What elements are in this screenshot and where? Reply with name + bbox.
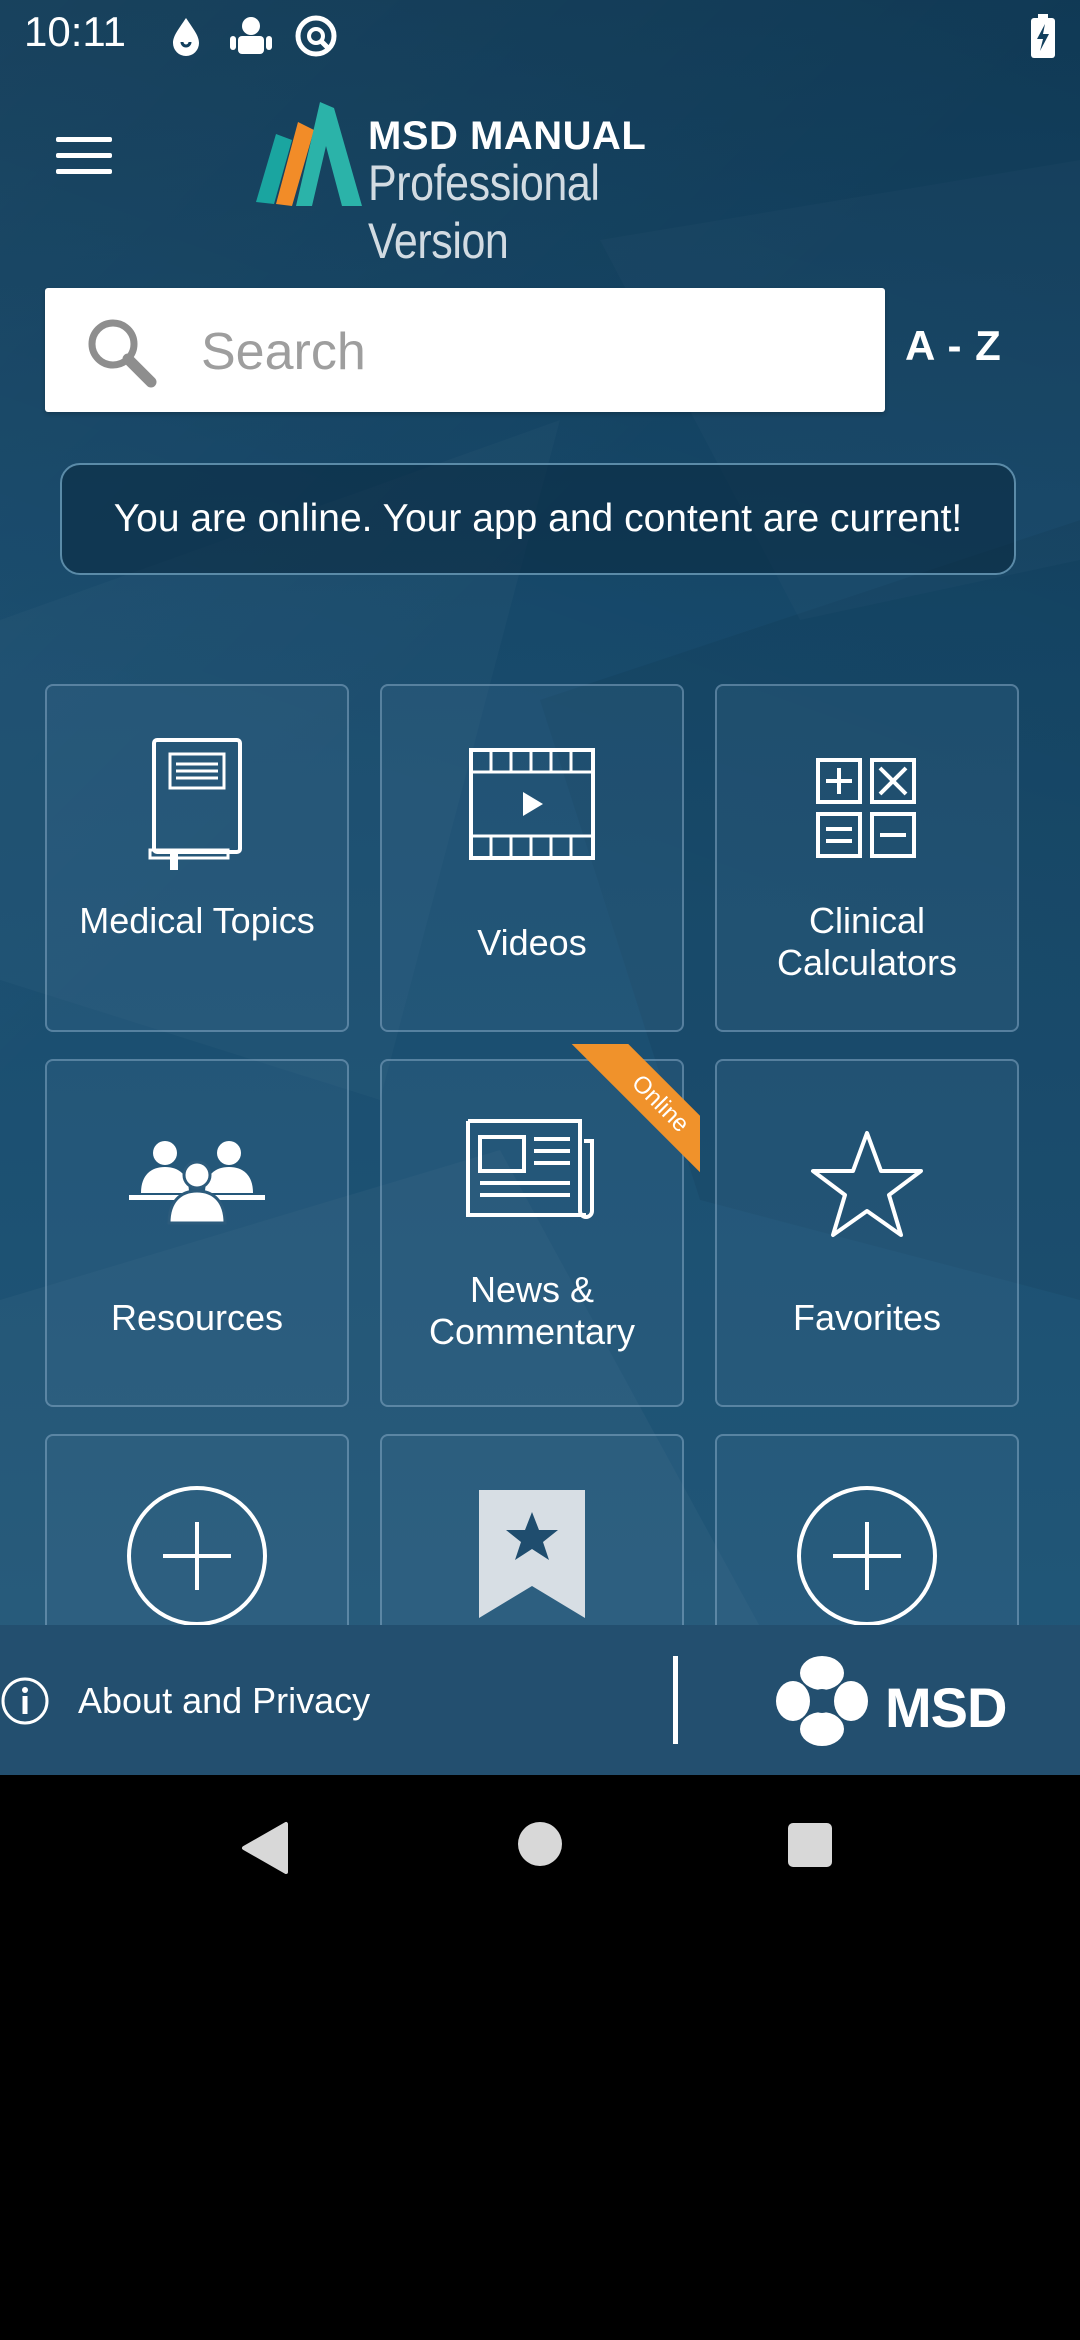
about-privacy-link[interactable]: About and Privacy: [0, 1673, 370, 1729]
drop-notification-icon: [173, 18, 199, 56]
a-z-button[interactable]: A - Z: [905, 322, 1002, 370]
tile-label: Videos: [477, 922, 587, 963]
recents-icon[interactable]: [786, 1821, 834, 1869]
tile-medical-topics[interactable]: Medical Topics: [45, 684, 349, 1032]
menu-button[interactable]: [40, 118, 130, 194]
star-icon: [811, 1131, 923, 1237]
battery-icon: [1031, 14, 1055, 58]
online-badge: Online: [568, 1044, 700, 1196]
tile-label: News & Commentary: [428, 1269, 636, 1352]
back-icon[interactable]: [240, 1820, 290, 1876]
tile-label: Favorites: [792, 1297, 942, 1338]
people-icon: [129, 1141, 265, 1225]
status-time: 10:11: [24, 8, 126, 55]
tile-videos[interactable]: Videos: [380, 684, 684, 1032]
tile-favorites[interactable]: Favorites: [715, 1059, 1019, 1407]
tile-label: Clinical Calculators: [776, 900, 958, 983]
bookmark-star-icon: [479, 1490, 585, 1618]
msd-logo-mark-icon: [776, 1656, 868, 1746]
online-status-banner: You are online. Your app and content are…: [60, 463, 1016, 575]
status-bar: 10:11: [0, 0, 1080, 72]
footer-divider: [673, 1656, 678, 1744]
about-privacy-label: About and Privacy: [78, 1680, 371, 1721]
msd-logo: MSD: [775, 1655, 1015, 1747]
tile-resources[interactable]: Resources: [45, 1059, 349, 1407]
footer-bar: About and Privacy MSD: [0, 1625, 1080, 1775]
navigation-bar: [0, 1775, 1080, 1925]
plus-circle-icon: [127, 1486, 267, 1626]
book-icon: [148, 738, 242, 870]
logo-mark-icon: [256, 102, 362, 206]
android-notification-icon: [230, 17, 272, 54]
tile-label: Resources: [110, 1297, 284, 1338]
tile-clinical-calculators[interactable]: Clinical Calculators: [715, 684, 1019, 1032]
search-input[interactable]: Search: [45, 288, 885, 412]
msd-brand-text: MSD: [885, 1676, 1007, 1739]
sync-notification-icon: [295, 15, 337, 57]
home-icon[interactable]: [516, 1820, 564, 1868]
logo-subtitle: Professional Version: [368, 155, 600, 269]
msd-manual-logo: MSD MANUAL Professional Version: [248, 94, 778, 269]
search-placeholder: Search: [201, 323, 366, 381]
tile-label: Medical Topics: [79, 900, 315, 941]
logo-title: MSD MANUAL: [368, 114, 647, 158]
search-icon: [88, 319, 157, 388]
plus-circle-icon: [797, 1486, 937, 1626]
calculator-icon: [816, 758, 916, 858]
app-screen: 10:11 MSD MANUAL Professional Version Se…: [0, 0, 1080, 1775]
film-icon: [469, 748, 595, 860]
online-ribbon: Online: [540, 1044, 700, 1204]
info-icon: [1, 1677, 49, 1725]
